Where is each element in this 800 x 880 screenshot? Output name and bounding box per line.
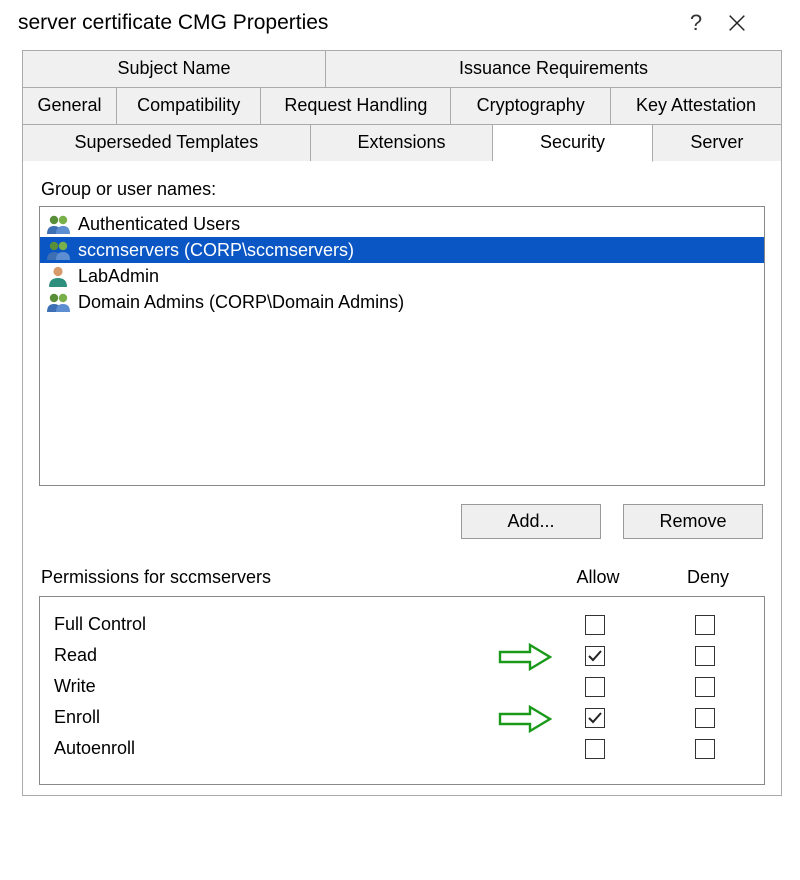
permission-row: Autoenroll: [54, 733, 760, 764]
principal-name: LabAdmin: [78, 266, 159, 287]
annotation-arrow: [496, 642, 554, 672]
permission-allow-cell: [540, 677, 650, 697]
allow-checkbox[interactable]: [585, 739, 605, 759]
deny-checkbox[interactable]: [695, 615, 715, 635]
principal-row[interactable]: Domain Admins (CORP\Domain Admins): [40, 289, 764, 315]
col-allow: Allow: [543, 567, 653, 588]
close-button[interactable]: [726, 12, 786, 34]
principal-list[interactable]: Authenticated Users sccmservers (CORP\scc…: [39, 206, 765, 486]
group-label: Group or user names:: [41, 179, 765, 200]
tab-row-3: Superseded TemplatesExtensionsSecuritySe…: [22, 124, 782, 162]
close-icon: [726, 12, 748, 34]
permission-label: Read: [54, 645, 540, 666]
permission-allow-cell: [540, 708, 650, 728]
principal-row[interactable]: Authenticated Users: [40, 211, 764, 237]
permissions-list: Full Control Read Write Enroll Autoenroll: [39, 596, 765, 785]
title-bar: server certificate CMG Properties ?: [0, 0, 800, 50]
tab-general[interactable]: General: [22, 87, 117, 124]
permission-deny-cell: [650, 708, 760, 728]
permission-deny-cell: [650, 677, 760, 697]
tab-issuance-requirements[interactable]: Issuance Requirements: [326, 50, 782, 87]
tab-subject-name[interactable]: Subject Name: [22, 50, 326, 87]
tab-strip: Subject NameIssuance Requirements Genera…: [22, 50, 782, 162]
tab-compatibility[interactable]: Compatibility: [117, 87, 261, 124]
permission-row: Write: [54, 671, 760, 702]
permissions-for-label: Permissions for sccmservers: [41, 567, 543, 588]
permission-row: Full Control: [54, 609, 760, 640]
permissions-header: Permissions for sccmservers Allow Deny: [41, 567, 763, 588]
permission-allow-cell: [540, 739, 650, 759]
permission-deny-cell: [650, 646, 760, 666]
tab-security[interactable]: Security: [493, 124, 653, 162]
annotation-arrow: [496, 704, 554, 734]
permission-row: Enroll: [54, 702, 760, 733]
allow-checkbox[interactable]: [585, 646, 605, 666]
group-icon: [46, 291, 72, 313]
permission-label: Write: [54, 676, 540, 697]
window-title: server certificate CMG Properties: [18, 11, 666, 35]
remove-button[interactable]: Remove: [623, 504, 763, 539]
group-icon: [46, 213, 72, 235]
tab-key-attestation[interactable]: Key Attestation: [611, 87, 782, 124]
group-icon: [46, 239, 72, 261]
permission-deny-cell: [650, 615, 760, 635]
user-icon: [46, 265, 72, 287]
principal-name: Authenticated Users: [78, 214, 240, 235]
add-button[interactable]: Add...: [461, 504, 601, 539]
tab-cryptography[interactable]: Cryptography: [451, 87, 611, 124]
allow-checkbox[interactable]: [585, 677, 605, 697]
tab-row-2: GeneralCompatibilityRequest HandlingCryp…: [22, 87, 782, 124]
annotation-arrow-icon: [496, 704, 554, 734]
principal-row[interactable]: sccmservers (CORP\sccmservers): [40, 237, 764, 263]
permission-label: Enroll: [54, 707, 540, 728]
permission-row: Read: [54, 640, 760, 671]
user-icon: [46, 265, 72, 287]
tab-superseded-templates[interactable]: Superseded Templates: [22, 124, 311, 162]
tab-extensions[interactable]: Extensions: [311, 124, 493, 162]
principal-name: sccmservers (CORP\sccmservers): [78, 240, 354, 261]
col-deny: Deny: [653, 567, 763, 588]
principal-row[interactable]: LabAdmin: [40, 263, 764, 289]
group-icon: [46, 239, 72, 261]
dialog-body: Subject NameIssuance Requirements Genera…: [0, 50, 800, 797]
tab-page-security: Group or user names: Authenticated Users…: [22, 161, 782, 796]
permission-label: Autoenroll: [54, 738, 540, 759]
permission-label: Full Control: [54, 614, 540, 635]
group-icon: [46, 291, 72, 313]
annotation-arrow-icon: [496, 642, 554, 672]
tab-request-handling[interactable]: Request Handling: [261, 87, 451, 124]
principal-name: Domain Admins (CORP\Domain Admins): [78, 292, 404, 313]
group-icon: [46, 213, 72, 235]
permission-deny-cell: [650, 739, 760, 759]
allow-checkbox[interactable]: [585, 615, 605, 635]
help-button[interactable]: ?: [666, 10, 726, 36]
allow-checkbox[interactable]: [585, 708, 605, 728]
tab-row-1: Subject NameIssuance Requirements: [22, 50, 782, 87]
permission-allow-cell: [540, 615, 650, 635]
deny-checkbox[interactable]: [695, 708, 715, 728]
tab-server[interactable]: Server: [653, 124, 782, 162]
permission-allow-cell: [540, 646, 650, 666]
deny-checkbox[interactable]: [695, 739, 715, 759]
deny-checkbox[interactable]: [695, 677, 715, 697]
deny-checkbox[interactable]: [695, 646, 715, 666]
button-row: Add... Remove: [39, 504, 763, 539]
